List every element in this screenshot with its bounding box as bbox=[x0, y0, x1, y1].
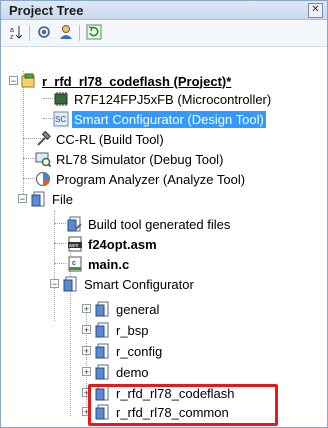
panel-titlebar: Project Tree ✕ bbox=[1, 1, 327, 20]
tree-label: r_bsp bbox=[116, 322, 149, 338]
generated-files-icon bbox=[67, 216, 83, 232]
analyzer-icon bbox=[35, 171, 51, 187]
sort-icon[interactable]: az bbox=[7, 24, 25, 42]
toolbar-separator bbox=[79, 25, 80, 41]
toolbar: az bbox=[1, 20, 327, 47]
tree-label: r_rfd_rl78_codeflash (Project)* bbox=[42, 73, 232, 89]
tree-item-main-c[interactable]: c main.c bbox=[67, 254, 131, 274]
tree-label: general bbox=[116, 301, 160, 317]
close-icon[interactable]: ✕ bbox=[308, 3, 323, 18]
folder-icon bbox=[95, 364, 111, 380]
tree-label: Build tool generated files bbox=[88, 216, 231, 232]
svg-text:c: c bbox=[72, 260, 76, 267]
file-folder-icon bbox=[31, 191, 47, 207]
tree-line bbox=[54, 243, 66, 244]
svg-text:SC: SC bbox=[55, 115, 66, 124]
tree-label: main.c bbox=[88, 256, 130, 272]
collapse-icon[interactable]: − bbox=[18, 194, 27, 204]
tree-item-smart-configurator-tool[interactable]: SC Smart Configurator (Design Tool) bbox=[53, 109, 266, 129]
folder-icon bbox=[63, 276, 79, 292]
expand-icon[interactable]: + bbox=[82, 346, 91, 356]
panel-title: Project Tree bbox=[9, 3, 84, 18]
tree-label: demo bbox=[116, 364, 149, 380]
svg-text:z: z bbox=[10, 34, 14, 40]
tree-item-project[interactable]: − r_rfd_rl78_codeflash (Project)* bbox=[9, 71, 233, 91]
expand-icon[interactable]: + bbox=[82, 325, 91, 335]
tree-item-general[interactable]: + general bbox=[82, 299, 161, 319]
expand-icon[interactable]: + bbox=[82, 304, 91, 314]
project-icon bbox=[21, 73, 37, 89]
tree-line bbox=[54, 263, 66, 264]
tree-item-sc-folder[interactable]: − Smart Configurator bbox=[50, 274, 196, 294]
svg-text:asm: asm bbox=[69, 243, 78, 249]
collapse-icon[interactable]: − bbox=[50, 279, 59, 289]
tree-line bbox=[54, 223, 66, 224]
tree-label: Program Analyzer (Analyze Tool) bbox=[56, 171, 246, 187]
tree-label: R7F124FPJ5xFB (Microcontroller) bbox=[74, 91, 272, 107]
tree-item-file-folder[interactable]: − File bbox=[18, 189, 75, 209]
tree-item-demo[interactable]: + demo bbox=[82, 362, 151, 382]
tree-item-build-generated[interactable]: Build tool generated files bbox=[67, 214, 232, 234]
project-tree-panel: Project Tree ✕ az − r_rfd_rl78_codeflash… bbox=[0, 0, 328, 428]
highlight-box bbox=[88, 384, 278, 426]
tree-label: r_config bbox=[116, 343, 163, 359]
tree-item-microcontroller[interactable]: R7F124FPJ5xFB (Microcontroller) bbox=[53, 89, 273, 109]
tree-item-r-config[interactable]: + r_config bbox=[82, 341, 164, 361]
expand-icon[interactable]: + bbox=[82, 367, 91, 377]
tree-item-f24opt[interactable]: asm f24opt.asm bbox=[67, 234, 159, 254]
folder-icon bbox=[95, 343, 111, 359]
tree-line bbox=[43, 98, 53, 99]
tree-label: File bbox=[52, 191, 73, 207]
tree-label: Smart Configurator bbox=[84, 276, 194, 292]
settings-icon[interactable] bbox=[35, 24, 53, 42]
tree-label: f24opt.asm bbox=[88, 236, 157, 252]
tree-item-r-bsp[interactable]: + r_bsp bbox=[82, 320, 151, 340]
tree-item-build-tool[interactable]: CC-RL (Build Tool) bbox=[35, 129, 166, 149]
debug-tool-icon bbox=[35, 151, 52, 168]
tree-label: CC-RL (Build Tool) bbox=[56, 131, 164, 147]
chip-icon bbox=[53, 91, 69, 107]
tree-label: Smart Configurator (Design Tool) bbox=[72, 110, 266, 128]
tree-item-debug-tool[interactable]: RL78 Simulator (Debug Tool) bbox=[35, 149, 225, 169]
tree-item-analyze-tool[interactable]: Program Analyzer (Analyze Tool) bbox=[35, 169, 247, 189]
folder-icon bbox=[95, 301, 111, 317]
smart-configurator-icon: SC bbox=[53, 111, 69, 127]
tree-line bbox=[54, 211, 55, 321]
collapse-icon[interactable]: − bbox=[9, 76, 18, 86]
refresh-icon[interactable] bbox=[85, 24, 103, 42]
toolbar-separator bbox=[29, 25, 30, 41]
tree-line bbox=[43, 118, 53, 119]
asm-file-icon: asm bbox=[67, 236, 83, 252]
user-icon[interactable] bbox=[57, 24, 75, 42]
tree-label: RL78 Simulator (Debug Tool) bbox=[56, 151, 224, 167]
folder-icon bbox=[95, 322, 111, 338]
c-file-icon: c bbox=[67, 256, 83, 272]
svg-text:a: a bbox=[10, 27, 14, 34]
hammer-icon bbox=[35, 130, 51, 147]
